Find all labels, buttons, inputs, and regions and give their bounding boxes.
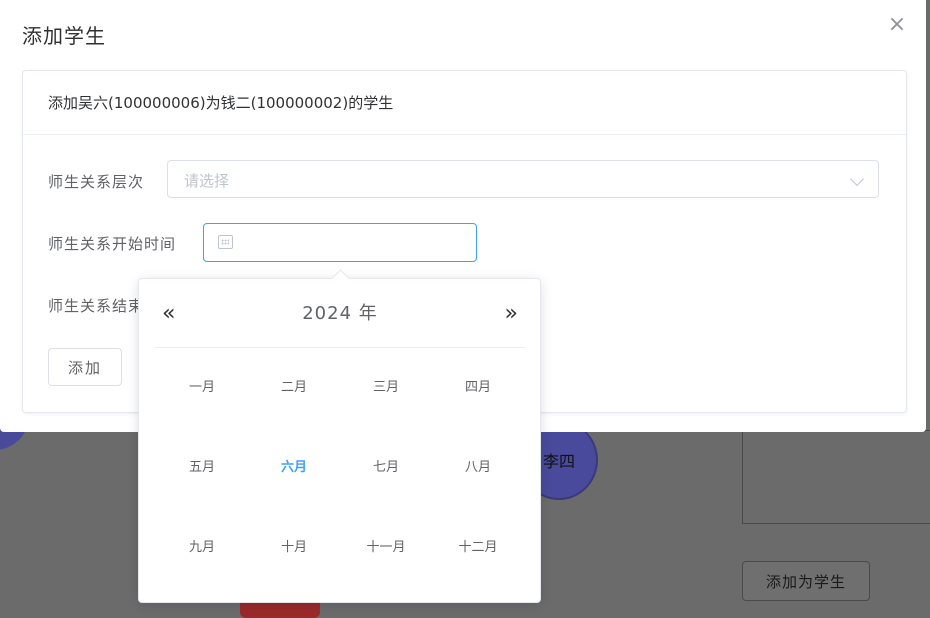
level-select[interactable]: 请选择 <box>167 160 879 198</box>
close-icon[interactable]: × <box>886 14 908 36</box>
month-cell[interactable]: 十二月 <box>432 505 524 585</box>
picker-header: « 2024 年 » <box>154 297 526 348</box>
month-picker: « 2024 年 » 一月 二月 三月 四月五月 六月 七月 八月九月 十月 十一月 十二月 <box>138 269 541 603</box>
month-cell[interactable]: 六月 <box>248 425 340 505</box>
month-cell[interactable]: 十一月 <box>340 505 432 585</box>
month-grid: 一月 二月 三月 四月五月 六月 七月 八月九月 十月 十一月 十二月 <box>156 345 524 585</box>
month-cell[interactable]: 一月 <box>156 345 248 425</box>
month-cell[interactable]: 十月 <box>248 505 340 585</box>
card-header: 添加吴六(100000006)为钱二(100000002)的学生 <box>23 71 906 135</box>
year-label[interactable]: 2024 年 <box>154 299 526 325</box>
level-placeholder: 请选择 <box>184 172 230 190</box>
dialog-title: 添加学生 <box>22 24 106 48</box>
start-time-row: 师生关系开始时间 <box>48 233 176 254</box>
info-panel <box>742 430 930 524</box>
add-button[interactable]: 添加 <box>48 348 122 386</box>
graph-node-label: 李四 <box>542 452 575 471</box>
month-cell[interactable]: 四月 <box>432 345 524 425</box>
month-cell[interactable]: 三月 <box>340 345 432 425</box>
start-time-input[interactable] <box>203 223 477 262</box>
level-label: 师生关系层次 <box>48 173 145 191</box>
start-time-label: 师生关系开始时间 <box>48 235 177 253</box>
month-cell[interactable]: 二月 <box>248 345 340 425</box>
month-cell[interactable]: 五月 <box>156 425 248 505</box>
month-cell[interactable]: 九月 <box>156 505 248 585</box>
month-cell[interactable]: 七月 <box>340 425 432 505</box>
chevron-down-icon <box>849 171 865 187</box>
add-as-student-button: 添加为学生 <box>742 561 870 601</box>
month-cell[interactable]: 八月 <box>432 425 524 505</box>
level-row: 师生关系层次 <box>48 171 144 192</box>
next-year-button[interactable]: » <box>505 301 518 326</box>
calendar-icon <box>218 235 233 249</box>
